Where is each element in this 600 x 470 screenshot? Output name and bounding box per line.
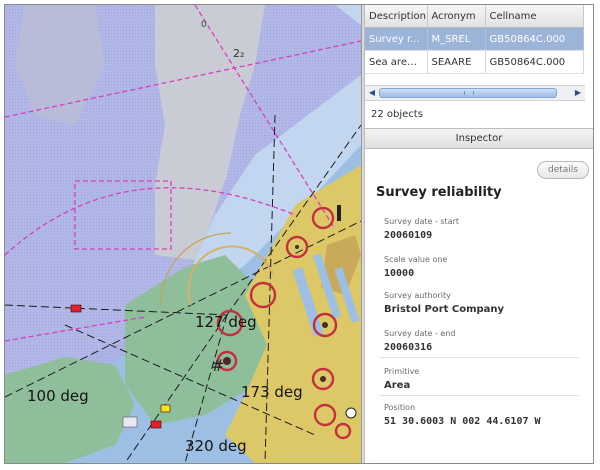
field-value: Bristol Port Company [384, 304, 505, 315]
cell-description: Sea area... [365, 50, 428, 74]
application-window: # 2₂ 0 127 deg 173 deg 100 deg 320 deg D… [4, 4, 594, 464]
side-panel: Description Acronym Cellname Survey r...… [365, 5, 593, 463]
table-row[interactable]: Survey r... M_SREL GB50864C.000 [365, 27, 584, 51]
object-count: 22 objects [371, 109, 423, 120]
field-value: 51 30.6003 N 002 44.6107 W [384, 416, 541, 427]
inspector-header[interactable]: Inspector [365, 128, 593, 149]
object-table[interactable]: Description Acronym Cellname Survey r...… [365, 5, 584, 74]
field-value: 20060316 [384, 342, 433, 353]
depth-sounding: 2₂ [233, 47, 244, 60]
bearing-label: 100 deg [27, 387, 89, 405]
chevron-left-icon[interactable]: ◀ [366, 87, 378, 99]
red-buoy-marker [150, 420, 162, 429]
cell-cellname: GB50864C.000 [485, 27, 584, 51]
field-survey-date-end: Survey date - end 20060316 [384, 329, 455, 353]
divider [379, 357, 579, 358]
bearing-label: 320 deg [185, 437, 247, 455]
table-horizontal-scrollbar[interactable]: ◀ ▶ [365, 85, 585, 101]
scrollbar-thumb[interactable] [379, 88, 557, 98]
details-button[interactable]: details [537, 161, 589, 179]
cell-acronym: M_SREL [427, 27, 486, 51]
column-header-acronym[interactable]: Acronym [427, 5, 486, 28]
wreck-symbol [345, 407, 357, 419]
field-primitive: Primitive Area [384, 367, 419, 391]
inspector-title: Survey reliability [376, 185, 502, 200]
chart-feature-symbol [122, 416, 138, 428]
yellow-buoy-marker [160, 404, 171, 413]
table-header-row: Description Acronym Cellname [365, 5, 584, 28]
depth-sounding: 0 [201, 20, 207, 30]
field-label: Survey authority [384, 291, 451, 300]
cell-acronym: SEAARE [427, 50, 486, 74]
bearing-label: 173 deg [241, 383, 303, 401]
bearing-label: 127 deg [195, 313, 257, 331]
grip-icon [464, 91, 474, 95]
field-label: Scale value one [384, 255, 448, 264]
field-value: 10000 [384, 268, 415, 279]
chart-canvas[interactable]: # 2₂ 0 127 deg 173 deg 100 deg 320 deg [5, 5, 361, 463]
field-label: Survey date - end [384, 329, 456, 338]
field-label: Primitive [384, 367, 420, 376]
column-header-cellname[interactable]: Cellname [485, 5, 584, 28]
red-buoy-marker [70, 304, 82, 313]
beacon-marker [337, 205, 341, 221]
field-value: 20060109 [384, 230, 433, 241]
field-survey-authority: Survey authority Bristol Port Company [384, 291, 504, 315]
field-label: Position [384, 403, 416, 412]
nautical-chart-view[interactable]: # 2₂ 0 127 deg 173 deg 100 deg 320 deg [5, 5, 361, 463]
cell-description: Survey r... [365, 27, 428, 51]
field-scale-value: Scale value one 10000 [384, 255, 447, 279]
field-position: Position 51 30.6003 N 002 44.6107 W [384, 403, 541, 427]
table-row[interactable]: Sea area... SEAARE GB50864C.000 [365, 50, 584, 74]
field-survey-date-start: Survey date - start 20060109 [384, 217, 459, 241]
column-header-description[interactable]: Description [365, 5, 428, 28]
field-label: Survey date - start [384, 217, 460, 226]
chevron-right-icon[interactable]: ▶ [572, 87, 584, 99]
field-value: Area [384, 380, 411, 391]
anchorage-symbol: # [211, 356, 224, 375]
divider [379, 395, 579, 396]
cell-cellname: GB50864C.000 [485, 50, 584, 74]
